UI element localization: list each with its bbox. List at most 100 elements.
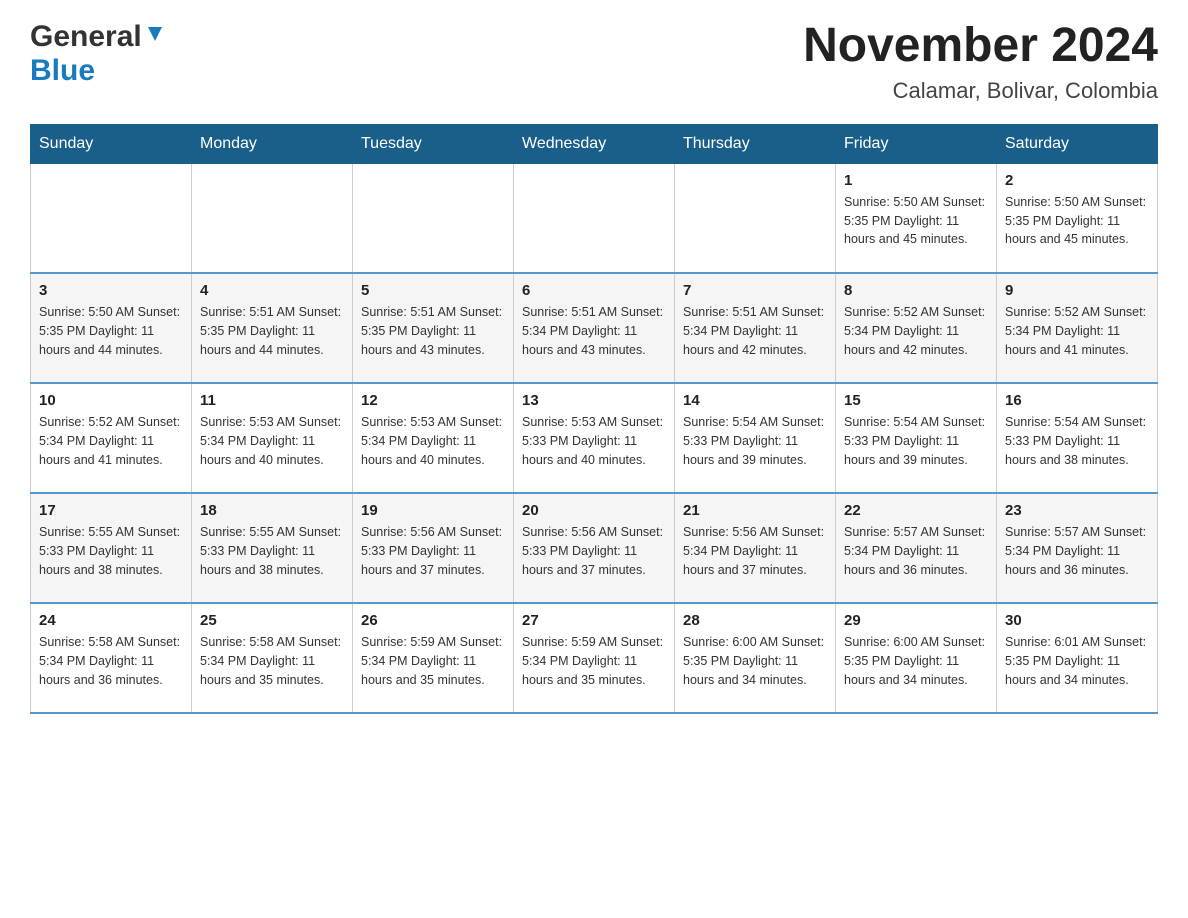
calendar-subtitle: Calamar, Bolivar, Colombia (803, 78, 1158, 104)
day-number: 30 (1005, 612, 1149, 629)
day-number: 26 (361, 612, 505, 629)
weekday-header-monday: Monday (192, 124, 353, 163)
day-number: 5 (361, 282, 505, 299)
weekday-header-saturday: Saturday (997, 124, 1158, 163)
day-info: Sunrise: 5:56 AM Sunset: 5:33 PM Dayligh… (361, 523, 505, 579)
calendar-week-row: 17 Sunrise: 5:55 AM Sunset: 5:33 PM Dayli… (31, 493, 1158, 603)
day-number: 23 (1005, 502, 1149, 519)
calendar-week-row: 3 Sunrise: 5:50 AM Sunset: 5:35 PM Daylig… (31, 273, 1158, 383)
day-number: 1 (844, 172, 988, 189)
day-info: Sunrise: 5:54 AM Sunset: 5:33 PM Dayligh… (683, 413, 827, 469)
day-number: 7 (683, 282, 827, 299)
calendar-cell: 2 Sunrise: 5:50 AM Sunset: 5:35 PM Daylig… (997, 163, 1158, 273)
day-number: 3 (39, 282, 183, 299)
day-number: 6 (522, 282, 666, 299)
day-number: 29 (844, 612, 988, 629)
calendar-cell: 30Sunrise: 6:01 AM Sunset: 5:35 PM Dayli… (997, 603, 1158, 713)
calendar-cell: 16 Sunrise: 5:54 AM Sunset: 5:33 PM Dayli… (997, 383, 1158, 493)
calendar-cell: 21 Sunrise: 5:56 AM Sunset: 5:34 PM Dayli… (675, 493, 836, 603)
day-info: Sunrise: 5:54 AM Sunset: 5:33 PM Dayligh… (1005, 413, 1149, 469)
calendar-week-row: 24 Sunrise: 5:58 AM Sunset: 5:34 PM Dayli… (31, 603, 1158, 713)
day-number: 28 (683, 612, 827, 629)
day-info: Sunrise: 5:56 AM Sunset: 5:34 PM Dayligh… (683, 523, 827, 579)
day-info: Sunrise: 6:00 AM Sunset: 5:35 PM Dayligh… (683, 633, 827, 689)
day-number: 19 (361, 502, 505, 519)
day-info: Sunrise: 5:58 AM Sunset: 5:34 PM Dayligh… (39, 633, 183, 689)
calendar-cell: 4Sunrise: 5:51 AM Sunset: 5:35 PM Daylig… (192, 273, 353, 383)
calendar-cell: 19 Sunrise: 5:56 AM Sunset: 5:33 PM Dayli… (353, 493, 514, 603)
day-number: 8 (844, 282, 988, 299)
calendar-cell: 7 Sunrise: 5:51 AM Sunset: 5:34 PM Daylig… (675, 273, 836, 383)
calendar-cell: 29 Sunrise: 6:00 AM Sunset: 5:35 PM Dayli… (836, 603, 997, 713)
calendar-cell: 23Sunrise: 5:57 AM Sunset: 5:34 PM Dayli… (997, 493, 1158, 603)
day-number: 21 (683, 502, 827, 519)
calendar-cell: 20 Sunrise: 5:56 AM Sunset: 5:33 PM Dayli… (514, 493, 675, 603)
page-header: General Blue November 2024 Calamar, Boli… (30, 20, 1158, 104)
day-number: 17 (39, 502, 183, 519)
calendar-table: SundayMondayTuesdayWednesdayThursdayFrid… (30, 124, 1158, 715)
calendar-cell (514, 163, 675, 273)
calendar-cell: 24 Sunrise: 5:58 AM Sunset: 5:34 PM Dayli… (31, 603, 192, 713)
day-number: 22 (844, 502, 988, 519)
day-number: 24 (39, 612, 183, 629)
day-info: Sunrise: 5:55 AM Sunset: 5:33 PM Dayligh… (200, 523, 344, 579)
day-info: Sunrise: 5:50 AM Sunset: 5:35 PM Dayligh… (39, 303, 183, 359)
day-info: Sunrise: 5:52 AM Sunset: 5:34 PM Dayligh… (39, 413, 183, 469)
day-number: 25 (200, 612, 344, 629)
day-number: 15 (844, 392, 988, 409)
day-info: Sunrise: 5:57 AM Sunset: 5:34 PM Dayligh… (844, 523, 988, 579)
calendar-cell: 14 Sunrise: 5:54 AM Sunset: 5:33 PM Dayli… (675, 383, 836, 493)
day-info: Sunrise: 5:56 AM Sunset: 5:33 PM Dayligh… (522, 523, 666, 579)
day-number: 14 (683, 392, 827, 409)
calendar-cell: 22 Sunrise: 5:57 AM Sunset: 5:34 PM Dayli… (836, 493, 997, 603)
calendar-cell (353, 163, 514, 273)
day-info: Sunrise: 5:51 AM Sunset: 5:35 PM Dayligh… (361, 303, 505, 359)
day-info: Sunrise: 5:58 AM Sunset: 5:34 PM Dayligh… (200, 633, 344, 689)
calendar-week-row: 10Sunrise: 5:52 AM Sunset: 5:34 PM Dayli… (31, 383, 1158, 493)
day-info: Sunrise: 5:52 AM Sunset: 5:34 PM Dayligh… (1005, 303, 1149, 359)
calendar-cell: 8 Sunrise: 5:52 AM Sunset: 5:34 PM Daylig… (836, 273, 997, 383)
day-number: 11 (200, 392, 344, 409)
calendar-cell: 13Sunrise: 5:53 AM Sunset: 5:33 PM Dayli… (514, 383, 675, 493)
day-info: Sunrise: 5:53 AM Sunset: 5:34 PM Dayligh… (200, 413, 344, 469)
day-number: 13 (522, 392, 666, 409)
weekday-header-friday: Friday (836, 124, 997, 163)
day-info: Sunrise: 5:59 AM Sunset: 5:34 PM Dayligh… (361, 633, 505, 689)
day-info: Sunrise: 5:59 AM Sunset: 5:34 PM Dayligh… (522, 633, 666, 689)
calendar-cell: 25 Sunrise: 5:58 AM Sunset: 5:34 PM Dayli… (192, 603, 353, 713)
weekday-header-row: SundayMondayTuesdayWednesdayThursdayFrid… (31, 124, 1158, 163)
day-number: 4 (200, 282, 344, 299)
day-info: Sunrise: 5:51 AM Sunset: 5:34 PM Dayligh… (683, 303, 827, 359)
calendar-cell: 1 Sunrise: 5:50 AM Sunset: 5:35 PM Daylig… (836, 163, 997, 273)
day-info: Sunrise: 5:52 AM Sunset: 5:34 PM Dayligh… (844, 303, 988, 359)
calendar-cell: 5 Sunrise: 5:51 AM Sunset: 5:35 PM Daylig… (353, 273, 514, 383)
day-number: 16 (1005, 392, 1149, 409)
day-number: 27 (522, 612, 666, 629)
day-info: Sunrise: 5:50 AM Sunset: 5:35 PM Dayligh… (1005, 193, 1149, 249)
calendar-cell: 18 Sunrise: 5:55 AM Sunset: 5:33 PM Dayli… (192, 493, 353, 603)
calendar-cell: 26 Sunrise: 5:59 AM Sunset: 5:34 PM Dayli… (353, 603, 514, 713)
calendar-title: November 2024 (803, 20, 1158, 73)
logo-arrow-icon (146, 25, 164, 48)
day-number: 20 (522, 502, 666, 519)
calendar-cell: 12 Sunrise: 5:53 AM Sunset: 5:34 PM Dayli… (353, 383, 514, 493)
day-info: Sunrise: 5:53 AM Sunset: 5:34 PM Dayligh… (361, 413, 505, 469)
calendar-cell: 28 Sunrise: 6:00 AM Sunset: 5:35 PM Dayli… (675, 603, 836, 713)
day-info: Sunrise: 6:00 AM Sunset: 5:35 PM Dayligh… (844, 633, 988, 689)
day-number: 9 (1005, 282, 1149, 299)
logo-general-text: General (30, 20, 142, 54)
calendar-cell: 11 Sunrise: 5:53 AM Sunset: 5:34 PM Dayli… (192, 383, 353, 493)
day-number: 18 (200, 502, 344, 519)
day-info: Sunrise: 5:51 AM Sunset: 5:34 PM Dayligh… (522, 303, 666, 359)
calendar-week-row: 1 Sunrise: 5:50 AM Sunset: 5:35 PM Daylig… (31, 163, 1158, 273)
calendar-cell (31, 163, 192, 273)
weekday-header-wednesday: Wednesday (514, 124, 675, 163)
day-info: Sunrise: 5:50 AM Sunset: 5:35 PM Dayligh… (844, 193, 988, 249)
calendar-cell: 10Sunrise: 5:52 AM Sunset: 5:34 PM Dayli… (31, 383, 192, 493)
calendar-cell (192, 163, 353, 273)
calendar-cell: 27 Sunrise: 5:59 AM Sunset: 5:34 PM Dayli… (514, 603, 675, 713)
day-number: 12 (361, 392, 505, 409)
day-number: 2 (1005, 172, 1149, 189)
weekday-header-tuesday: Tuesday (353, 124, 514, 163)
day-info: Sunrise: 5:54 AM Sunset: 5:33 PM Dayligh… (844, 413, 988, 469)
